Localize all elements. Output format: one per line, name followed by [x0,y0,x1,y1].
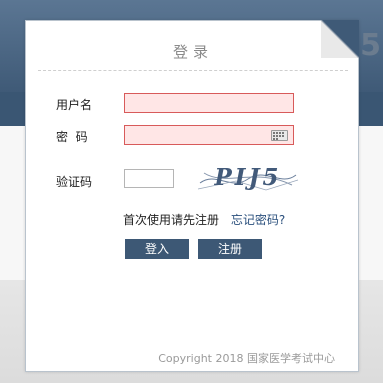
login-dialog: 登录 用户名 密 码 验证码 PIJ5 首次使用请先注册 忘记密码? 登入 注册… [25,20,359,372]
virtual-keyboard-icon[interactable] [271,130,288,141]
username-input[interactable] [124,93,294,113]
login-button[interactable]: 登入 [125,239,189,259]
captcha-text: PIJ5 [214,164,282,191]
captcha-image[interactable]: PIJ5 [196,161,300,195]
first-use-text: 首次使用请先注册 [123,213,220,227]
copyright-footer: Copyright 2018 国家医学考试中心 [158,352,335,365]
dialog-title: 登录 [172,43,213,61]
username-label: 用户名 [56,98,93,112]
password-label: 密 码 [56,130,88,144]
forgot-password-link[interactable]: 忘记密码? [231,213,285,227]
captcha-label: 验证码 [56,175,93,189]
password-input[interactable] [124,125,294,145]
title-divider [38,70,348,71]
register-hint-row: 首次使用请先注册 忘记密码? [123,211,285,228]
captcha-input[interactable] [124,169,174,188]
register-button[interactable]: 注册 [198,239,262,259]
background-glyph: 5 [360,28,381,63]
